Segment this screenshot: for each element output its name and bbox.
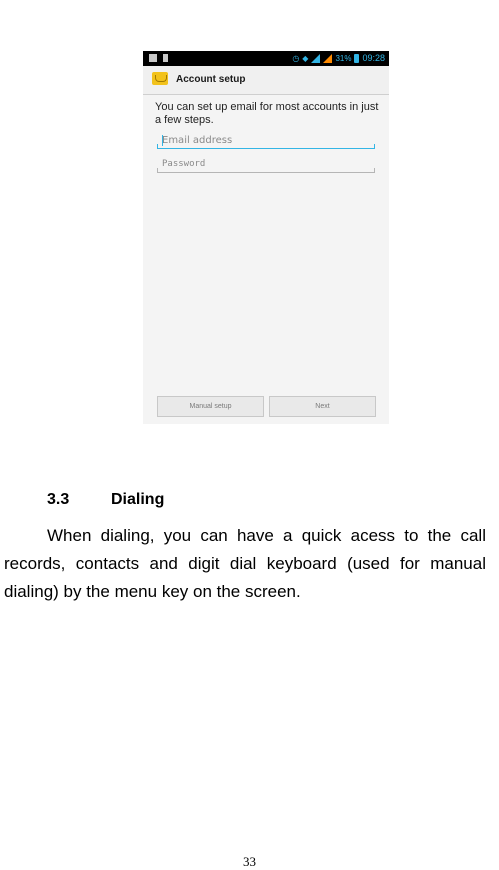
section-title: Dialing (111, 491, 165, 508)
action-bar-title: Account setup (176, 74, 246, 85)
email-input[interactable] (157, 133, 372, 147)
password-input[interactable] (157, 157, 372, 171)
alarm-icon: ◷ (292, 53, 300, 63)
signal-2-icon (323, 53, 333, 63)
wifi-icon: ◆ (302, 53, 309, 63)
phone-screenshot: ◷ ◆ 31% 09:28 Account setup You can set … (143, 51, 389, 424)
email-field[interactable] (157, 133, 375, 149)
section-body: When dialing, you can have a quick acess… (4, 526, 486, 601)
battery-icon (354, 53, 360, 63)
page-number: 33 (243, 854, 256, 869)
password-field[interactable] (157, 157, 375, 173)
email-app-icon (152, 72, 168, 85)
gallery-notification-icon (149, 54, 157, 62)
setup-intro-text: You can set up email for most accounts i… (155, 101, 379, 126)
signal-icon (311, 53, 321, 63)
battery-percent: 31% (335, 53, 352, 63)
manual-setup-button[interactable]: Manual setup (157, 396, 264, 417)
next-button[interactable]: Next (269, 396, 376, 417)
status-bar: ◷ ◆ 31% 09:28 (143, 51, 389, 66)
action-bar: Account setup (143, 66, 389, 95)
sd-card-notification-icon (163, 54, 168, 62)
status-time: 09:28 (362, 53, 385, 63)
section-number: 3.3 (47, 491, 70, 508)
